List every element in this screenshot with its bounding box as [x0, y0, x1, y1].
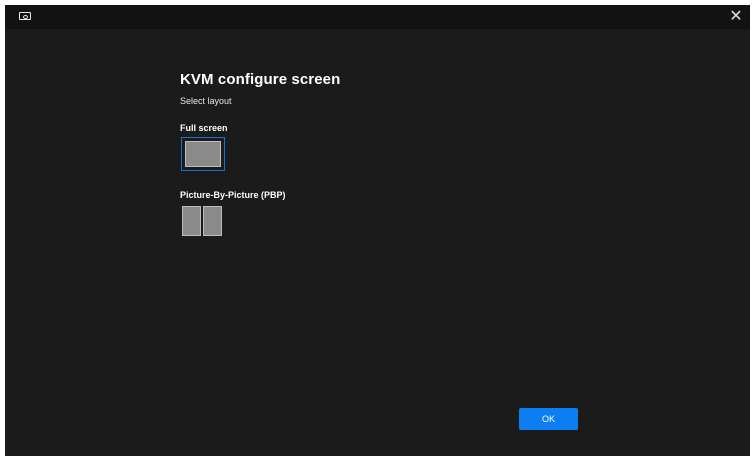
- pbp-right-pane: [203, 206, 222, 236]
- kvm-dialog-window: ✕ KVM configure screen Select layout Ful…: [5, 5, 750, 456]
- full-screen-layout-option[interactable]: [181, 137, 225, 171]
- pbp-label: Picture-By-Picture (PBP): [180, 190, 286, 200]
- page-title: KVM configure screen: [180, 71, 341, 88]
- close-button[interactable]: ✕: [724, 5, 748, 29]
- title-bar: ✕: [5, 5, 750, 29]
- page-subtitle: Select layout: [180, 96, 232, 106]
- full-screen-pane: [185, 141, 221, 167]
- full-screen-label: Full screen: [180, 123, 228, 133]
- ok-button[interactable]: OK: [519, 408, 578, 430]
- pbp-layout-option[interactable]: [182, 206, 222, 236]
- pbp-left-pane: [182, 206, 201, 236]
- display-icon: [19, 12, 31, 20]
